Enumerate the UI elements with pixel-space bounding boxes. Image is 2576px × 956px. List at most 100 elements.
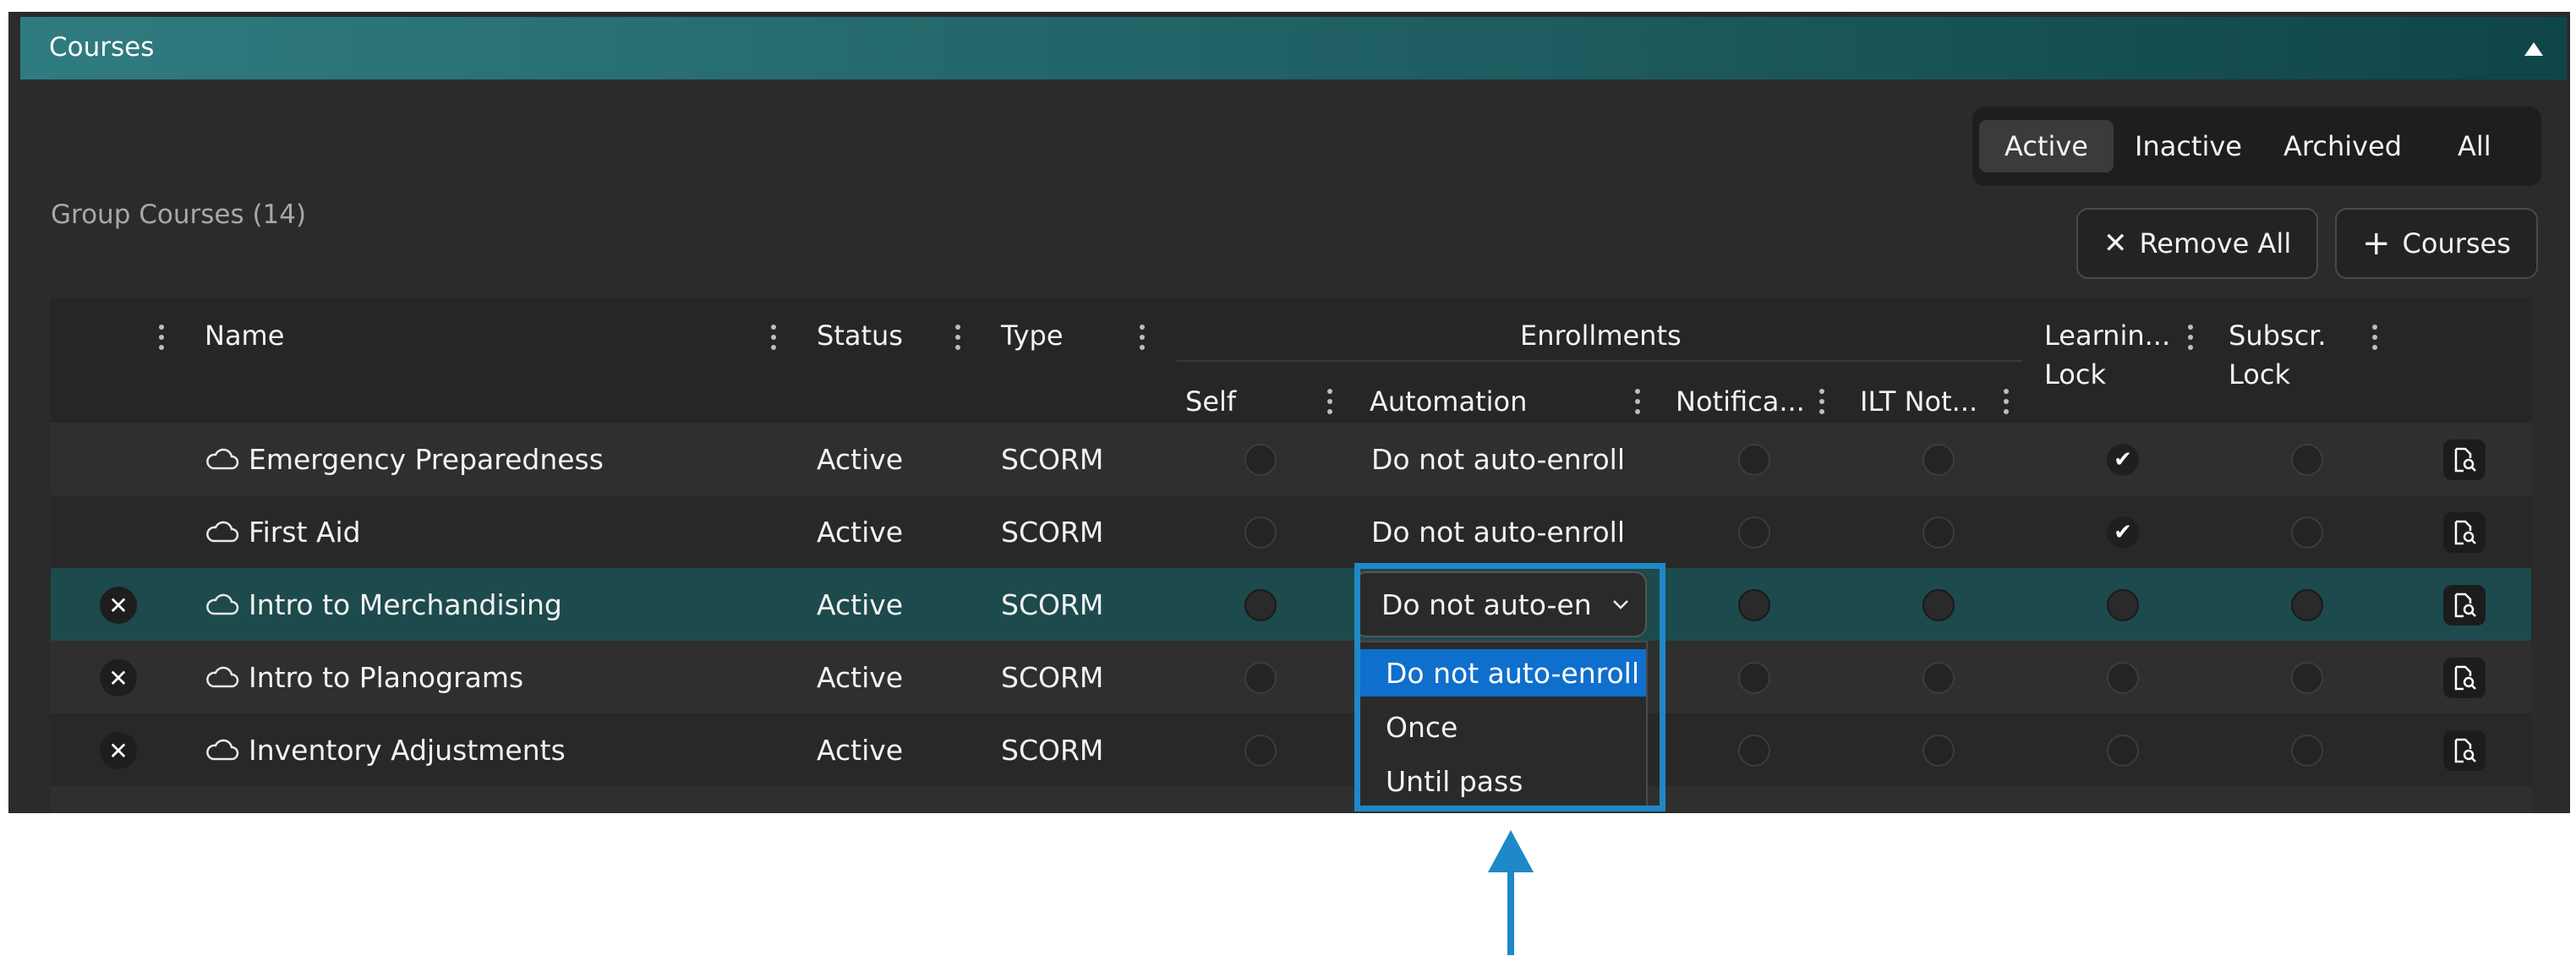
cloud-icon [206,521,239,543]
remove-course-button[interactable]: ✕ [100,587,137,624]
course-name-cell: Inventory Adjustments [205,713,566,786]
cloud-icon [206,739,239,761]
self-enroll-radio[interactable] [1244,735,1277,767]
automation-value[interactable]: Do not auto-enroll [1371,495,1625,568]
column-name[interactable]: Name [205,320,284,352]
column-menu-icon[interactable] [771,325,776,353]
subscr-lock-radio[interactable] [2291,444,2323,476]
filter-active[interactable]: Active [1979,120,2114,172]
column-menu-icon[interactable] [1140,325,1145,353]
column-menu-icon[interactable] [1819,389,1824,418]
course-status: Active [817,587,904,621]
ilt-notifications-radio[interactable] [1922,444,1955,476]
column-subscr-lock[interactable]: Subscr. [2229,320,2327,352]
document-search-icon [2454,447,2476,473]
course-status: Active [817,442,904,476]
preview-course-button[interactable] [2443,658,2486,698]
add-courses-button[interactable]: + Courses [2335,208,2538,279]
column-notifications[interactable]: Notifica... [1676,385,1805,418]
remove-all-button[interactable]: ✕ Remove All [2076,208,2319,279]
course-name-cell: Emergency Preparedness [205,423,604,495]
table-row[interactable]: Emergency Preparedness Active SCORM Do n… [51,423,2531,495]
column-menu-icon[interactable] [955,325,960,353]
cloud-icon [206,593,239,615]
document-search-icon [2454,520,2476,545]
remove-course-button[interactable]: ✕ [100,732,137,769]
column-menu-icon[interactable] [2372,325,2377,353]
column-ilt-notifications[interactable]: ILT Not... [1860,385,1977,418]
remove-course-button[interactable]: ✕ [100,659,137,697]
learning-lock-radio[interactable] [2107,662,2139,694]
ilt-notifications-radio[interactable] [1922,662,1955,694]
courses-panel: Courses Active Inactive Archived All Gro… [8,12,2570,813]
group-courses-count: Group Courses (14) [51,199,307,230]
notifications-radio[interactable] [1738,662,1770,694]
table-row-selected[interactable]: ✕ Intro to Merchandising Active SCORM [51,568,2531,641]
add-courses-label: Courses [2402,227,2511,259]
column-menu-icon[interactable] [159,325,164,353]
column-menu-icon[interactable] [1635,389,1640,418]
filter-inactive[interactable]: Inactive [2109,120,2267,172]
table-row[interactable]: ✕ Intro to Planograms Active SCORM [51,641,2531,713]
course-type: SCORM [1001,660,1104,694]
panel-title: Courses [49,32,155,63]
notifications-radio[interactable] [1738,735,1770,767]
course-type: SCORM [1001,515,1104,549]
cloud-icon [206,448,239,470]
column-automation[interactable]: Automation [1370,385,1527,418]
column-group-divider [1177,360,2022,362]
self-enroll-radio[interactable] [1244,516,1277,549]
subscr-lock-radio[interactable] [2291,516,2323,549]
column-status[interactable]: Status [817,320,903,352]
column-subscr-lock-line2: Lock [2229,358,2290,391]
subscr-lock-radio[interactable] [2291,735,2323,767]
self-enroll-radio[interactable] [1244,589,1277,621]
notifications-radio[interactable] [1738,516,1770,549]
preview-course-button[interactable] [2443,512,2486,553]
document-search-icon [2454,665,2476,691]
learning-lock-radio[interactable] [2107,589,2139,621]
preview-course-button[interactable] [2443,440,2486,480]
cloud-icon [206,666,239,688]
course-status: Active [817,733,904,767]
ilt-notifications-radio[interactable] [1922,735,1955,767]
self-enroll-radio[interactable] [1244,662,1277,694]
plus-icon: + [2362,224,2391,263]
check-icon[interactable]: ✔ [2107,516,2139,549]
column-type[interactable]: Type [1001,320,1064,352]
learning-lock-radio[interactable] [2107,735,2139,767]
ilt-notifications-radio[interactable] [1922,589,1955,621]
panel-header[interactable]: Courses [20,17,2567,79]
callout-arrow-icon [1488,830,1534,872]
courses-grid: Name Status Type Enrollments Self Automa… [51,298,2531,813]
course-name-cell: Intro to Merchandising [205,568,562,641]
column-self[interactable]: Self [1185,385,1236,418]
subscr-lock-radio[interactable] [2291,589,2323,621]
ilt-notifications-radio[interactable] [1922,516,1955,549]
column-learning-lock[interactable]: Learnin... [2044,320,2170,352]
course-name-cell: First Aid [205,495,361,568]
column-menu-icon[interactable] [1327,389,1332,418]
status-filter-group: Active Inactive Archived All [1972,107,2541,186]
column-menu-icon[interactable] [2004,389,2009,418]
course-status: Active [817,660,904,694]
subscr-lock-radio[interactable] [2291,662,2323,694]
document-search-icon [2454,593,2476,618]
remove-all-label: Remove All [2139,227,2292,259]
filter-archived[interactable]: Archived [2258,120,2427,172]
notifications-radio[interactable] [1738,444,1770,476]
preview-course-button[interactable] [2443,585,2486,625]
course-type: SCORM [1001,442,1104,476]
callout-arrow-shaft [1507,869,1514,955]
table-row[interactable]: First Aid Active SCORM Do not auto-enrol… [51,495,2531,568]
table-row[interactable]: ✕ Inventory Adjustments Active SCORM [51,713,2531,786]
caret-up-icon[interactable] [2524,42,2543,56]
notifications-radio[interactable] [1738,589,1770,621]
check-icon[interactable]: ✔ [2107,444,2139,476]
preview-course-button[interactable] [2443,730,2486,771]
course-name: Emergency Preparedness [249,442,604,476]
self-enroll-radio[interactable] [1244,444,1277,476]
filter-all[interactable]: All [2432,120,2517,172]
automation-value[interactable]: Do not auto-enroll [1371,423,1625,495]
column-menu-icon[interactable] [2188,325,2193,353]
